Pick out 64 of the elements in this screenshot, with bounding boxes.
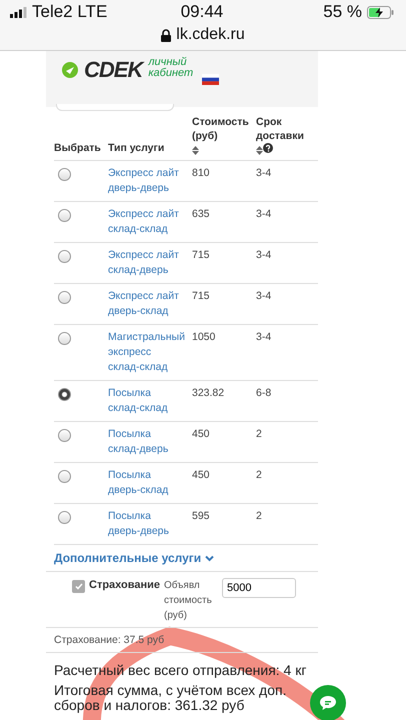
service-link[interactable]: Посылка дверь-дверь [108, 509, 192, 539]
price-cell-text: 450 [192, 427, 211, 442]
price-cell-text: 595 [192, 509, 211, 524]
checkmark-icon[interactable] [74, 583, 82, 590]
sort-icon[interactable] [192, 146, 199, 155]
lock-icon [161, 28, 172, 42]
price-cell-text: 810 [192, 166, 211, 181]
logo-text: CDEK [84, 57, 142, 83]
clock-time: 09:44 [180, 2, 224, 22]
price-cell-text: 450 [192, 468, 211, 483]
signal-icon [10, 6, 27, 18]
service-link[interactable]: Посылка дверь-склад [108, 468, 192, 498]
chat-icon [319, 695, 337, 711]
delivery-days-cell-text: 3-4 [256, 248, 272, 263]
delivery-days-cell-text: 3-4 [256, 207, 272, 222]
checkbox[interactable] [72, 580, 85, 593]
price-cell-text: 1050 [192, 330, 216, 345]
radio-button[interactable] [58, 429, 71, 442]
price-cell-text: 635 [192, 207, 211, 222]
service-link[interactable]: Посылка склад-дверь [108, 427, 192, 457]
logo-icon [62, 62, 78, 78]
field-label: Объявл стоимость (руб) [164, 579, 213, 623]
battery-icon [366, 6, 394, 18]
extras-toggle[interactable]: Дополнительные услуги [54, 551, 202, 565]
service-link[interactable]: Магистральный экспресс склад-склад [108, 330, 192, 375]
price-cell-text: 323.82 [192, 386, 226, 401]
delivery-days-cell-text: 2 [256, 468, 263, 483]
column-header[interactable]: Стоимость (руб) [192, 115, 256, 155]
help-icon[interactable] [263, 143, 273, 153]
price-cell-text: 715 [192, 289, 211, 304]
service-link[interactable]: Экспресс лайт дверь-склад [108, 289, 192, 319]
column-header: Тип услуги [108, 141, 166, 155]
service-link[interactable]: Экспресс лайт склад-склад [108, 207, 192, 237]
radio-button[interactable] [58, 332, 71, 345]
flag-icon[interactable] [202, 74, 220, 85]
service-link[interactable]: Экспресс лайт склад-дверь [108, 248, 192, 278]
carrier-label: Tele2 LTE [32, 2, 108, 22]
sort-icon[interactable] [256, 146, 263, 155]
logo-tagline: личный кабинет [148, 57, 194, 79]
option-label: Страхование [89, 578, 160, 593]
delivery-days-cell-text: 3-4 [256, 330, 272, 345]
service-link[interactable]: Посылка склад-склад [108, 386, 192, 416]
delivery-days-cell-text: 2 [256, 427, 263, 442]
radio-button[interactable] [58, 291, 71, 304]
delivery-days-cell-text: 6-8 [256, 386, 272, 401]
radio-button[interactable] [58, 511, 71, 524]
radio-button[interactable] [58, 250, 71, 263]
battery-percent: 55 % [323, 2, 362, 22]
radio-button[interactable] [58, 168, 71, 181]
price-cell-text: 715 [192, 248, 211, 263]
delivery-days-cell-text: 3-4 [256, 289, 272, 304]
search-field[interactable] [56, 104, 174, 111]
chevron-icon[interactable] [205, 554, 214, 562]
declared-value-field[interactable]: 5000 [222, 578, 296, 598]
service-link[interactable]: Экспресс лайт дверь-дверь [108, 166, 192, 196]
radio-button[interactable] [58, 209, 71, 222]
radio-button[interactable] [58, 470, 71, 483]
delivery-days-cell-text: 3-4 [256, 166, 272, 181]
column-header: Выбрать [54, 141, 102, 155]
chat-button[interactable] [310, 685, 346, 720]
radio-button[interactable] [58, 388, 71, 401]
column-header[interactable]: Срок доставки [256, 115, 318, 155]
delivery-days-cell-text: 2 [256, 509, 263, 524]
url-text[interactable]: lk.cdek.ru [176, 26, 245, 44]
